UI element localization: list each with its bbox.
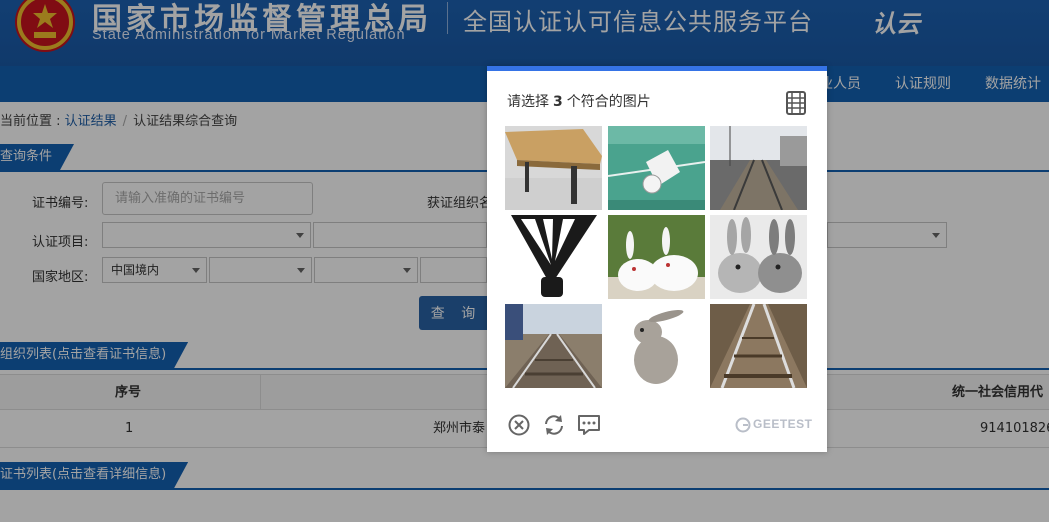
railway-image — [710, 126, 807, 210]
captcha-tile-5[interactable] — [608, 215, 705, 299]
captcha-image-grid — [505, 126, 810, 389]
close-icon[interactable] — [507, 413, 531, 437]
feedback-icon[interactable] — [577, 413, 601, 437]
film-strip-icon[interactable] — [785, 91, 807, 115]
captcha-tile-1[interactable] — [505, 126, 602, 210]
grey-rabbit-image — [608, 304, 705, 388]
geetest-brand-text: GEETEST — [753, 417, 813, 431]
captcha-tile-9[interactable] — [710, 304, 807, 388]
captcha-dialog: 请选择 3 个符合的图片 GEETEST — [487, 66, 827, 452]
captcha-count: 3 — [553, 94, 563, 110]
captcha-tile-2[interactable] — [608, 126, 705, 210]
captcha-tile-6[interactable] — [710, 215, 807, 299]
captcha-prompt-before: 请选择 — [507, 94, 549, 110]
captcha-tile-7[interactable] — [505, 304, 602, 388]
geetest-logo-icon — [735, 417, 751, 433]
shuttlecock-silhouette-image — [505, 215, 602, 299]
captcha-tile-3[interactable] — [710, 126, 807, 210]
captcha-tile-4[interactable] — [505, 215, 602, 299]
captcha-prompt-after: 个符合的图片 — [566, 94, 651, 110]
captcha-prompt: 请选择 3 个符合的图片 — [507, 91, 651, 111]
geetest-logo: GEETEST — [735, 416, 813, 434]
refresh-icon[interactable] — [542, 413, 566, 437]
shuttlecock-image — [608, 126, 705, 210]
captcha-tile-8[interactable] — [608, 304, 705, 388]
white-rabbits-image — [608, 215, 705, 299]
desk-image — [505, 126, 602, 210]
railway-image — [505, 304, 602, 388]
grey-rabbits-image — [710, 215, 807, 299]
railway-image — [710, 304, 807, 388]
